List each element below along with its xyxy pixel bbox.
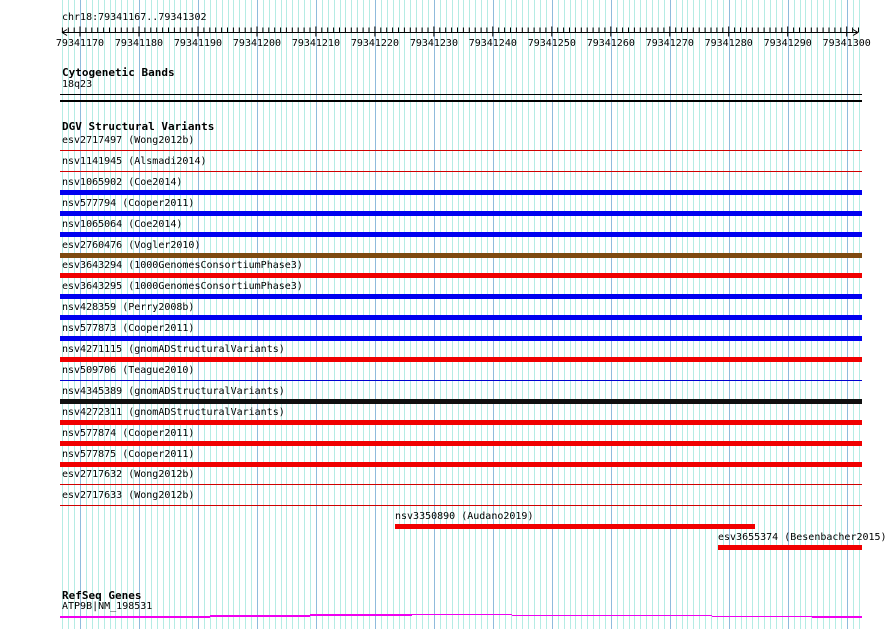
gene-line-segment[interactable] (812, 616, 862, 619)
genome-browser-panel: 79341170 79341180 79341190 79341200 79341210… (0, 0, 890, 629)
gene-line (0, 0, 890, 629)
gene-line-segment[interactable] (310, 614, 412, 617)
gene-line-segment[interactable] (60, 616, 210, 618)
gene-line-segment[interactable] (412, 613, 512, 616)
gene-line-segment[interactable] (210, 615, 310, 617)
gene-line-segment[interactable] (512, 614, 712, 617)
gene-line-segment[interactable] (712, 615, 812, 618)
